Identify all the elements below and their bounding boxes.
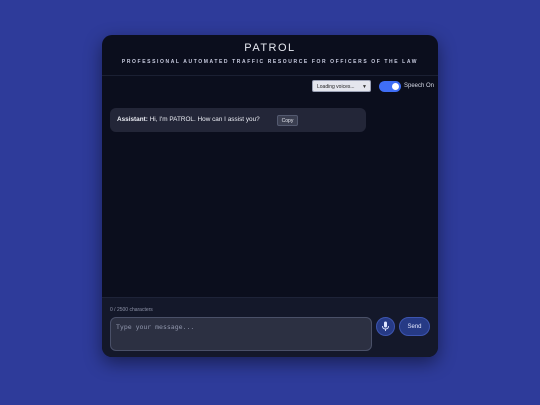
message-body: Hi, I'm PATROL. How can I assist you? — [149, 116, 260, 123]
voice-select[interactable]: Loading voices... ▼ — [312, 80, 371, 92]
app-header: PATROL PROFESSIONAL AUTOMATED TRAFFIC RE… — [102, 35, 438, 76]
microphone-icon — [382, 321, 389, 331]
composer: 0 / 2500 characters Send — [102, 297, 438, 357]
app-title: PATROL — [244, 42, 296, 54]
voice-select-value: Loading voices... — [317, 84, 355, 90]
message-text: Assistant: Hi, I'm PATROL. How can I ass… — [117, 116, 260, 123]
mic-button[interactable] — [376, 317, 395, 336]
message-speaker: Assistant: — [117, 116, 148, 123]
chat-messages: Assistant: Hi, I'm PATROL. How can I ass… — [102, 95, 438, 295]
chevron-down-icon: ▼ — [362, 84, 367, 90]
character-count: 0 / 2500 characters — [110, 307, 153, 313]
voice-controls: Loading voices... ▼ Speech On — [102, 78, 438, 94]
copy-button[interactable]: Copy — [277, 115, 298, 126]
speech-toggle-knob — [392, 83, 399, 90]
send-button[interactable]: Send — [399, 317, 430, 336]
speech-label: Speech On — [404, 83, 435, 89]
speech-toggle[interactable] — [379, 81, 401, 92]
app-subtitle: PROFESSIONAL AUTOMATED TRAFFIC RESOURCE … — [121, 59, 419, 65]
message-input[interactable] — [110, 317, 372, 351]
assistant-message: Assistant: Hi, I'm PATROL. How can I ass… — [110, 108, 366, 132]
chat-app: PATROL PROFESSIONAL AUTOMATED TRAFFIC RE… — [102, 35, 438, 357]
